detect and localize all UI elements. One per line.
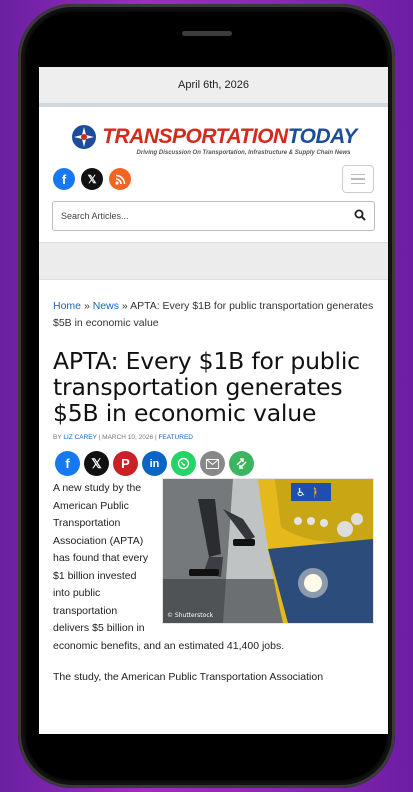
breadcrumb-news[interactable]: News bbox=[93, 300, 119, 312]
breadcrumb-home[interactable]: Home bbox=[53, 300, 81, 312]
more-share-icon[interactable] bbox=[229, 451, 254, 476]
logo-word-transportation: TRANSPORTATION bbox=[102, 125, 288, 148]
search-icon[interactable] bbox=[354, 209, 366, 221]
x-share-icon[interactable]: 𝕏 bbox=[84, 451, 109, 476]
search-input[interactable]: Search Articles... bbox=[52, 201, 375, 231]
byline-prefix: BY bbox=[53, 434, 62, 441]
speaker-notch bbox=[181, 31, 232, 36]
email-share-icon[interactable] bbox=[200, 451, 225, 476]
logo-text: TRANSPORTATIONTODAY bbox=[102, 125, 357, 149]
article-meta: BY LIZ CAREY | MARCH 10, 2026 | FEATURED bbox=[53, 434, 374, 441]
x-icon[interactable]: 𝕏 bbox=[81, 168, 103, 190]
search-placeholder: Search Articles... bbox=[61, 211, 129, 221]
site-logo[interactable]: TRANSPORTATIONTODAY Driving Discussion O… bbox=[39, 107, 388, 156]
pinterest-share-icon[interactable]: P bbox=[113, 451, 138, 476]
publish-date: MARCH 10, 2026 bbox=[102, 434, 154, 441]
facebook-share-icon[interactable]: f bbox=[55, 451, 80, 476]
breadcrumb-separator: » bbox=[83, 300, 90, 312]
logo-tagline: Driving Discussion On Transportation, In… bbox=[136, 150, 351, 156]
globe-logo-icon bbox=[72, 125, 97, 149]
whatsapp-share-icon[interactable] bbox=[171, 451, 196, 476]
logo-mark: TRANSPORTATIONTODAY bbox=[70, 123, 357, 151]
share-bar: f 𝕏 P in bbox=[55, 451, 388, 476]
logo-word-today: TODAY bbox=[287, 125, 358, 148]
article-next-paragraph: The study, the American Public Transport… bbox=[53, 671, 324, 683]
menu-button[interactable] bbox=[342, 165, 374, 193]
breadcrumb-separator: » bbox=[121, 300, 128, 312]
current-date: April 6th, 2026 bbox=[178, 79, 249, 91]
article-body: ♿ 🚶 © Shutterstock A new study by the Am… bbox=[53, 478, 374, 655]
svg-text:♿ 🚶: ♿ 🚶 bbox=[296, 486, 323, 499]
ad-banner-area bbox=[39, 242, 388, 280]
date-bar: April 6th, 2026 bbox=[39, 67, 388, 107]
article-image: ♿ 🚶 © Shutterstock bbox=[162, 478, 374, 624]
linkedin-share-icon[interactable]: in bbox=[142, 451, 167, 476]
image-credit: © Shutterstock bbox=[167, 612, 214, 619]
author-link[interactable]: LIZ CAREY bbox=[63, 434, 96, 441]
facebook-icon[interactable]: f bbox=[53, 168, 75, 190]
rss-icon[interactable] bbox=[109, 168, 131, 190]
breadcrumb: Home » News » APTA: Every $1B for public… bbox=[53, 298, 374, 332]
category-link[interactable]: FEATURED bbox=[158, 434, 193, 441]
browser-screen: April 6th, 2026 TRANSPORTATIONTODAY Driv… bbox=[39, 67, 388, 734]
article-title: APTA: Every $1B for public transportatio… bbox=[53, 347, 360, 427]
social-row: f 𝕏 bbox=[39, 162, 388, 196]
